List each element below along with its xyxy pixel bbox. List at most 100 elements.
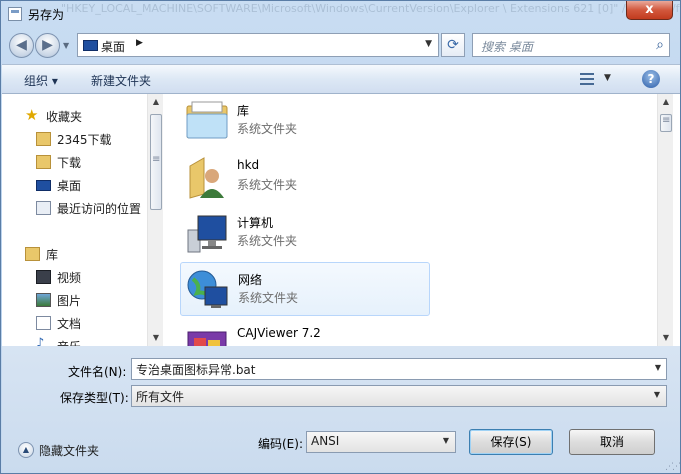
- video-icon: [36, 270, 51, 284]
- sidebar-item-2345-downloads[interactable]: 2345下载: [2, 128, 147, 150]
- sidebar-item-label: 2345下载: [57, 133, 112, 147]
- search-input[interactable]: 搜索 桌面 ⌕: [472, 33, 670, 57]
- filename-dropdown-icon[interactable]: ▼: [655, 363, 661, 372]
- address-dropdown-icon[interactable]: ▼: [425, 39, 432, 49]
- content-area: ★ 收藏夹 2345下载 下载 桌面 最近访问的位置 库 视频 图片 文档 ♪ …: [2, 94, 680, 346]
- computer-icon: [187, 215, 227, 253]
- encoding-select[interactable]: ANSI ▼: [306, 431, 456, 453]
- filetype-value: 所有文件: [136, 390, 185, 404]
- file-name: 库: [237, 104, 250, 118]
- search-icon[interactable]: ⌕: [656, 37, 664, 53]
- sidebar-item-label: 文档: [57, 317, 82, 331]
- back-arrow-icon[interactable]: ◀: [9, 33, 34, 58]
- sidebar-item-documents[interactable]: 文档: [2, 312, 147, 334]
- help-icon[interactable]: ?: [642, 70, 660, 88]
- filename-value[interactable]: 专治桌面图标异常.bat: [136, 361, 256, 378]
- scroll-down-icon[interactable]: ▼: [148, 330, 164, 346]
- background-ghost-text: "HKEY_LOCAL_MACHINE\SOFTWARE\Microsoft\W…: [61, 2, 680, 15]
- list-item-selected[interactable]: 网络 系统文件夹: [180, 262, 430, 316]
- file-type: 系统文件夹: [238, 291, 299, 305]
- document-icon: [36, 316, 51, 330]
- close-button[interactable]: x: [626, 1, 673, 20]
- refresh-icon[interactable]: ⟳: [441, 33, 465, 57]
- filename-field[interactable]: 专治桌面图标异常.bat ▼: [131, 358, 667, 380]
- download-folder-icon: [36, 155, 51, 169]
- file-name: hkd: [237, 158, 260, 172]
- list-item[interactable]: 计算机 系统文件夹: [180, 206, 430, 260]
- sidebar-item-label: 视频: [57, 271, 82, 285]
- navigation-pane: ★ 收藏夹 2345下载 下载 桌面 最近访问的位置 库 视频 图片 文档 ♪: [2, 94, 147, 346]
- cancel-button[interactable]: 取消: [569, 429, 655, 455]
- address-bar[interactable]: 桌面 ▶ ▼: [77, 33, 439, 57]
- recent-places-icon: [36, 201, 51, 215]
- list-item[interactable]: 库 系统文件夹: [180, 94, 430, 148]
- file-type: 系统文件夹: [237, 122, 298, 136]
- title-bar: "HKEY_LOCAL_MACHINE\SOFTWARE\Microsoft\W…: [1, 1, 680, 27]
- sidebar-item-libraries[interactable]: 库: [2, 243, 147, 265]
- window-title: 另存为: [28, 8, 65, 22]
- sidebar-item-favorites[interactable]: ★ 收藏夹: [2, 105, 147, 127]
- sidebar-item-videos[interactable]: 视频: [2, 266, 147, 288]
- address-location[interactable]: 桌面: [101, 38, 125, 55]
- file-list: 库 系统文件夹 hkd 系统文件夹 计算机 系统文件夹 网络 系统文件夹 CAJ…: [163, 94, 657, 346]
- file-list-scrollbar[interactable]: ▲ ▼: [657, 94, 673, 346]
- file-name: 计算机: [237, 216, 274, 230]
- filetype-select[interactable]: 所有文件 ▼: [131, 385, 667, 407]
- folder-icon: [36, 132, 51, 146]
- filetype-dropdown-icon[interactable]: ▼: [654, 390, 660, 399]
- sidebar-item-label: 桌面: [57, 179, 82, 193]
- organize-button[interactable]: 组织 ▾: [24, 72, 58, 89]
- file-type: 系统文件夹: [237, 234, 298, 248]
- navigation-bar: ◀ ▶ ▼ 桌面 ▶ ▼ ⟳ 搜索 桌面 ⌕: [1, 29, 680, 61]
- forward-arrow-icon[interactable]: ▶: [35, 33, 60, 58]
- network-icon: [187, 270, 228, 308]
- new-folder-button[interactable]: 新建文件夹: [91, 72, 151, 89]
- sidebar-item-pictures[interactable]: 图片: [2, 289, 147, 311]
- sidebar-item-label: 收藏夹: [46, 110, 83, 124]
- scroll-down-icon[interactable]: ▼: [658, 330, 674, 346]
- user-folder-icon: [189, 157, 224, 199]
- save-as-dialog: "HKEY_LOCAL_MACHINE\SOFTWARE\Microsoft\W…: [0, 0, 681, 474]
- search-placeholder: 搜索 桌面: [481, 40, 533, 54]
- library-icon: [25, 247, 40, 261]
- collapse-icon[interactable]: ▲: [18, 442, 34, 458]
- sidebar-item-label: 库: [46, 248, 59, 262]
- hide-folders-button[interactable]: 隐藏文件夹: [39, 442, 99, 459]
- save-options-panel: 文件名(N): 专治桌面图标异常.bat ▼ 保存类型(T): 所有文件 ▼ ▲…: [2, 346, 680, 473]
- scroll-up-icon[interactable]: ▲: [658, 94, 674, 110]
- file-type: 系统文件夹: [237, 178, 298, 192]
- desktop-icon: [83, 40, 98, 51]
- resize-grip-icon[interactable]: ⋰⋰: [665, 462, 680, 472]
- sidebar-scroll-thumb[interactable]: [150, 114, 162, 210]
- file-name: 网络: [238, 273, 263, 287]
- library-folder-icon: [186, 101, 228, 139]
- sidebar-scrollbar[interactable]: ▲ ▼: [147, 94, 163, 346]
- sidebar-item-music[interactable]: ♪ 音乐: [2, 335, 147, 346]
- list-item[interactable]: CAJViewer 7.2: [180, 318, 430, 346]
- list-item[interactable]: hkd 系统文件夹: [180, 150, 430, 204]
- picture-icon: [36, 293, 51, 307]
- breadcrumb-arrow-icon[interactable]: ▶: [136, 38, 143, 48]
- filetype-label: 保存类型(T):: [60, 391, 129, 405]
- scroll-up-icon[interactable]: ▲: [148, 94, 164, 110]
- sidebar-item-label: 最近访问的位置: [57, 202, 142, 216]
- star-icon: ★: [25, 106, 39, 124]
- file-name: CAJViewer 7.2: [237, 326, 321, 340]
- sidebar-item-recent-places[interactable]: 最近访问的位置: [2, 197, 147, 219]
- encoding-value: ANSI: [311, 434, 340, 448]
- encoding-dropdown-icon[interactable]: ▼: [443, 436, 449, 445]
- file-list-scroll-thumb[interactable]: [660, 114, 672, 132]
- view-options-icon[interactable]: [580, 72, 594, 86]
- recent-locations-dropdown-icon[interactable]: ▼: [63, 41, 69, 50]
- sidebar-item-downloads[interactable]: 下载: [2, 151, 147, 173]
- sidebar-item-label: 图片: [57, 294, 82, 308]
- encoding-label: 编码(E):: [258, 437, 303, 451]
- sidebar-item-label: 音乐: [57, 338, 81, 346]
- view-dropdown-icon[interactable]: ▼: [604, 73, 611, 83]
- sidebar-item-desktop[interactable]: 桌面: [2, 174, 147, 196]
- music-icon: ♪: [36, 336, 45, 346]
- command-toolbar: 组织 ▾ 新建文件夹 ▼ ?: [2, 64, 680, 94]
- cajviewer-icon: [187, 331, 227, 346]
- notepad-icon: [8, 7, 22, 21]
- save-button[interactable]: 保存(S): [469, 429, 553, 455]
